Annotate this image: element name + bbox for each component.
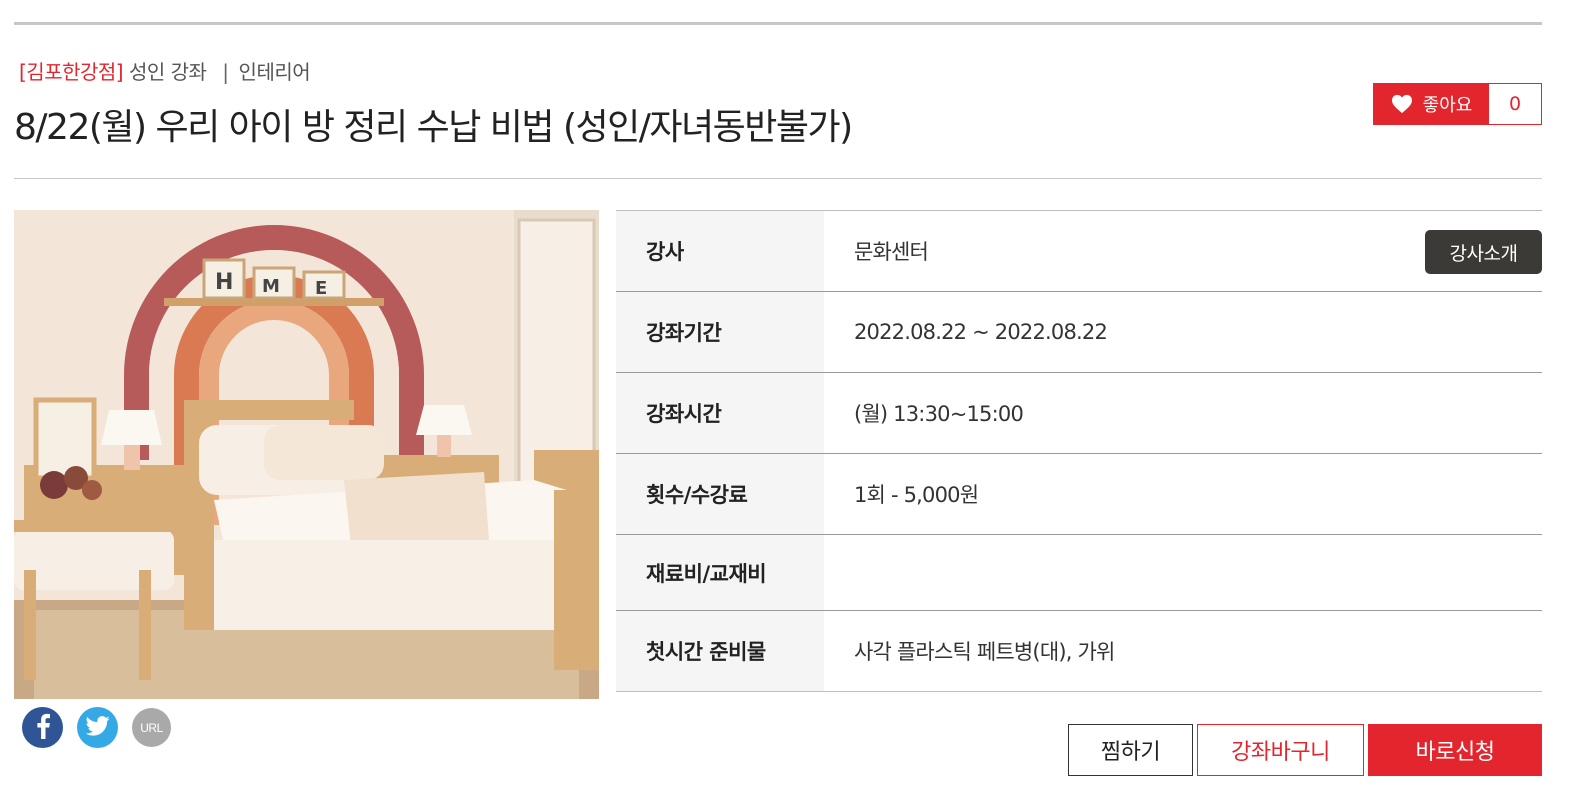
info-row-period: 강좌기간 2022.08.22 ~ 2022.08.22 (616, 292, 1542, 373)
apply-now-button[interactable]: 바로신청 (1368, 724, 1542, 776)
fee-value: 1회 - 5,000원 (854, 483, 979, 507)
title-divider (14, 178, 1542, 179)
like-label: 좋아요 (1422, 95, 1473, 116)
cart-button[interactable]: 강좌바구니 (1197, 724, 1364, 776)
url-copy-button[interactable]: URL (132, 708, 171, 747)
page-title: 8/22(월) 우리 아이 방 정리 수납 비법 (성인/자녀동반불가) (14, 107, 853, 148)
top-divider (14, 22, 1542, 25)
like-button[interactable]: 좋아요 (1374, 84, 1489, 124)
heart-icon (1391, 94, 1413, 114)
facebook-icon (35, 713, 51, 743)
course-info-table: 강사 문화센터 강사소개 강좌기간 2022.08.22 ~ 2022.08.2… (616, 210, 1542, 692)
facebook-share-button[interactable] (22, 707, 63, 748)
fee-label: 횟수/수강료 (616, 454, 824, 534)
breadcrumb-category[interactable]: 성인 강좌 (129, 60, 207, 84)
breadcrumb-branch[interactable]: [김포한강점] (19, 60, 124, 84)
course-image: H M E (14, 210, 599, 699)
wall-letter-m: M (262, 276, 280, 297)
share-buttons: URL (22, 707, 171, 748)
like-count: 0 (1489, 84, 1541, 124)
info-row-fee: 횟수/수강료 1회 - 5,000원 (616, 454, 1542, 535)
materials-label: 재료비/교재비 (616, 535, 824, 610)
instructor-intro-button[interactable]: 강사소개 (1425, 230, 1542, 274)
wish-button[interactable]: 찜하기 (1068, 724, 1193, 776)
twitter-icon (85, 715, 110, 740)
info-row-instructor: 강사 문화센터 강사소개 (616, 211, 1542, 292)
breadcrumb-subcategory[interactable]: 인테리어 (239, 60, 311, 84)
twitter-share-button[interactable] (77, 707, 118, 748)
info-row-time: 강좌시간 (월) 13:30~15:00 (616, 373, 1542, 454)
prep-label: 첫시간 준비물 (616, 611, 824, 691)
wall-letter-e: E (315, 278, 327, 299)
prep-value: 사각 플라스틱 페트병(대), 가위 (854, 640, 1115, 664)
info-row-prep: 첫시간 준비물 사각 플라스틱 페트병(대), 가위 (616, 611, 1542, 692)
breadcrumb-separator: | (222, 60, 229, 84)
breadcrumb: [김포한강점] 성인 강좌 | 인테리어 (19, 56, 311, 85)
info-row-materials: 재료비/교재비 (616, 535, 1542, 611)
time-label: 강좌시간 (616, 373, 824, 453)
time-value: (월) 13:30~15:00 (854, 402, 1024, 426)
materials-value (824, 535, 1542, 610)
instructor-label: 강사 (616, 211, 824, 291)
like-widget: 좋아요 0 (1373, 83, 1542, 125)
period-label: 강좌기간 (616, 292, 824, 372)
wall-letter-h: H (215, 270, 233, 295)
period-value: 2022.08.22 ~ 2022.08.22 (854, 320, 1108, 344)
